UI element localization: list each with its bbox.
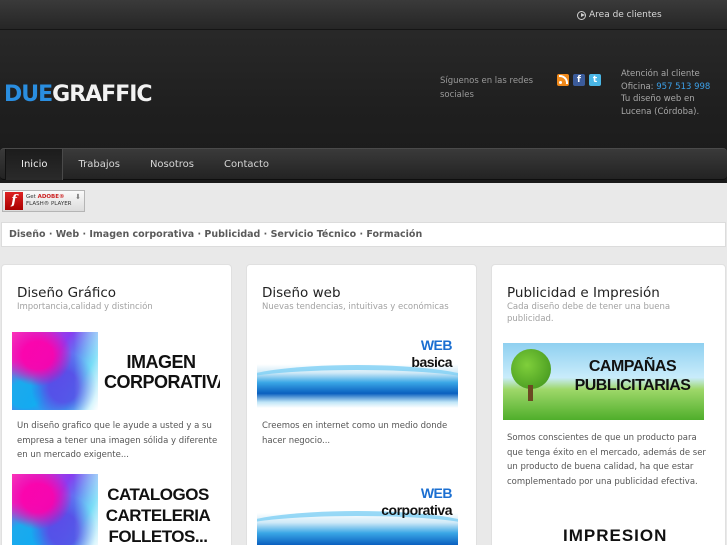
- banner-line-1: WEB: [420, 485, 453, 501]
- banner-impresion[interactable]: IMPRESION: [503, 520, 704, 545]
- card-subtitle: Cada diseño debe de tener una buena publ…: [507, 302, 671, 324]
- main-nav: Inicio Trabajos Nosotros Contacto: [0, 148, 727, 180]
- tree-trunk: [528, 385, 533, 401]
- banner-imagen-corporativa[interactable]: IMAGEN CORPORATIVA: [12, 332, 220, 410]
- download-arrow-icon: ⬇: [75, 193, 81, 201]
- facebook-icon[interactable]: f: [573, 74, 585, 86]
- card-title: Diseño web: [262, 285, 341, 301]
- banner-text: WEB basica: [411, 337, 452, 371]
- logo-part-graffic: GRAFFIC: [52, 82, 152, 107]
- banner-line-2: CARTELERIA: [105, 506, 211, 525]
- banner-line-1: CAMPAÑAS: [588, 358, 677, 375]
- card-subtitle: Nuevas tendencias, intuitivas y económic…: [262, 302, 449, 312]
- twitter-icon[interactable]: t: [589, 74, 601, 86]
- services-strip: Diseño · Web · Imagen corporativa · Publ…: [1, 222, 726, 247]
- area-clientes-label: Area de clientes: [589, 10, 662, 20]
- card-diseno-grafico: Diseño Gráfico Importancia,calidad y dis…: [1, 264, 232, 545]
- logo-part-due: DUE: [4, 82, 53, 107]
- office-label: Oficina:: [621, 81, 654, 92]
- contact-line-4: Lucena (Córdoba).: [621, 106, 700, 117]
- nav-inicio[interactable]: Inicio: [5, 149, 64, 180]
- flash-badge-text: Get ADOBE® FLASH® PLAYER: [26, 194, 72, 208]
- banner-text: IMAGEN CORPORATIVA: [104, 352, 220, 392]
- get-flash-player-badge[interactable]: f Get ADOBE® FLASH® PLAYER ⬇: [2, 190, 85, 212]
- card-publicidad: Publicidad e Impresión Cada diseño debe …: [491, 264, 726, 545]
- area-clientes-link[interactable]: Area de clientes: [577, 10, 662, 20]
- social-icons: f t: [557, 74, 601, 86]
- contact-line-1: Atención al cliente: [621, 69, 700, 79]
- banner-line-2: basica: [411, 354, 452, 370]
- flash-logo-icon: f: [5, 192, 23, 210]
- card-body: Creemos en internet como un medio donde …: [262, 421, 448, 446]
- abstract-art-image: [12, 474, 122, 545]
- banner-line-3: FOLLETOS...: [108, 527, 208, 545]
- social-label: Síguenos en las redes sociales: [440, 76, 534, 100]
- banner-web-basica[interactable]: WEB basica: [257, 335, 458, 408]
- banner-text: WEB corporativa: [381, 485, 452, 519]
- banner-catalogos[interactable]: CATALOGOS CARTELERIA FOLLETOS...: [12, 474, 220, 545]
- nav-nosotros[interactable]: Nosotros: [135, 149, 209, 180]
- nav-contacto[interactable]: Contacto: [209, 149, 284, 180]
- site-logo[interactable]: DUEGRAFFIC: [4, 82, 153, 107]
- banner-text: CAMPAÑAS PUBLICITARIAS: [565, 357, 700, 395]
- flash-get: Get: [26, 194, 38, 200]
- card-diseno-web: Diseño web Nuevas tendencias, intuitivas…: [246, 264, 477, 545]
- flash-player-label: FLASH® PLAYER: [26, 201, 72, 207]
- contact-info: Atención al cliente Oficina: 957 513 998…: [621, 68, 726, 118]
- card-title: Publicidad e Impresión: [507, 285, 660, 301]
- card-body: Somos conscientes de que un producto par…: [507, 433, 706, 487]
- card-body: Un diseño grafico que le ayude a usted y…: [17, 421, 218, 460]
- contact-office: Oficina: 957 513 998: [621, 81, 726, 94]
- rss-icon[interactable]: [557, 74, 569, 86]
- card-title: Diseño Gráfico: [17, 285, 117, 301]
- banner-line-2: CORPORATIVA: [104, 372, 220, 392]
- play-circle-icon: [577, 10, 586, 20]
- flash-adobe: ADOBE®: [37, 194, 65, 200]
- banner-line-1: CATALOGOS: [107, 485, 209, 504]
- phone-number[interactable]: 957 513 998: [656, 82, 710, 92]
- banner-line-1: WEB: [420, 337, 453, 353]
- banner-text: CATALOGOS CARTELERIA FOLLETOS...: [98, 484, 218, 545]
- banner-text: IMPRESION: [563, 526, 668, 545]
- banner-line-2: PUBLICITARIAS: [574, 377, 691, 394]
- banner-web-corporativa[interactable]: WEB corporativa: [257, 481, 458, 545]
- tree-image: [511, 349, 551, 389]
- banner-line-1: IMAGEN: [126, 352, 197, 372]
- card-subtitle: Importancia,calidad y distinción: [17, 302, 153, 312]
- top-bar: Area de clientes: [0, 0, 727, 30]
- site-header: Area de clientes DUEGRAFFIC Síguenos en …: [0, 0, 727, 183]
- abstract-art-image: [12, 332, 122, 410]
- contact-line-3: Tu diseño web en: [621, 94, 695, 104]
- nav-trabajos[interactable]: Trabajos: [63, 149, 134, 180]
- banner-campanas-publicitarias[interactable]: CAMPAÑAS PUBLICITARIAS: [503, 343, 704, 420]
- banner-line-2: corporativa: [381, 502, 452, 518]
